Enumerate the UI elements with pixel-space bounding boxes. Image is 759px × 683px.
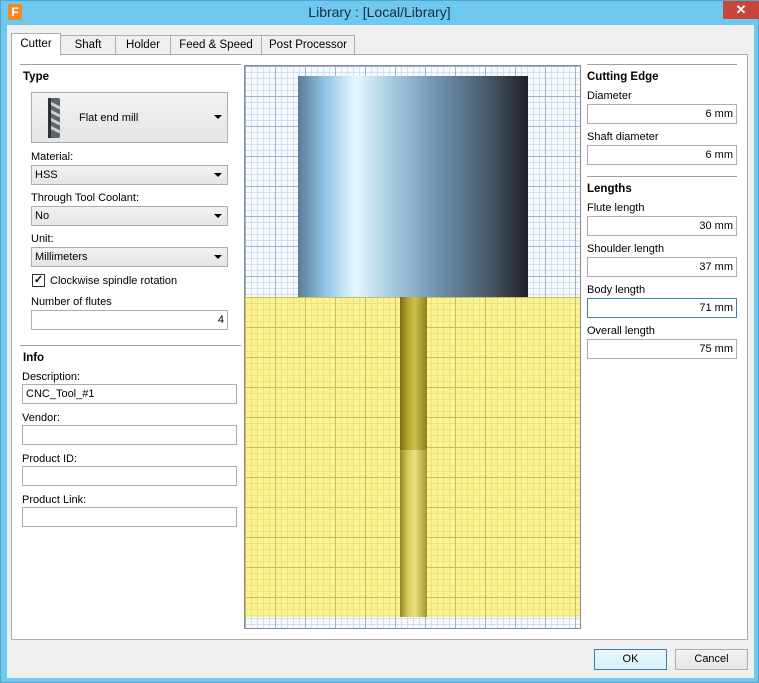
info-separator xyxy=(20,345,241,347)
type-heading: Type xyxy=(23,71,49,83)
unit-value: Millimeters xyxy=(35,251,88,263)
tab-holder[interactable]: Holder xyxy=(115,35,171,54)
chevron-down-icon xyxy=(214,115,222,119)
tool-preview xyxy=(244,65,581,629)
clockwise-label: Clockwise spindle rotation xyxy=(50,275,178,287)
body-length-label: Body length xyxy=(587,284,646,296)
library-dialog: F Library : [Local/Library] ✕ Cutter Sha… xyxy=(0,0,759,683)
material-label: Material: xyxy=(31,151,74,163)
tab-feed-speed[interactable]: Feed & Speed xyxy=(170,35,262,54)
flute-length-field[interactable]: 30 mm xyxy=(587,216,737,236)
shaft-diameter-field[interactable]: 6 mm xyxy=(587,145,737,165)
chevron-down-icon xyxy=(214,255,222,259)
cancel-button[interactable]: Cancel xyxy=(675,649,748,670)
tab-shaft[interactable]: Shaft xyxy=(60,35,116,54)
overall-length-label: Overall length xyxy=(587,325,655,337)
tab-cutter[interactable]: Cutter xyxy=(11,33,61,55)
flutes-field[interactable]: 4 xyxy=(31,310,228,330)
shank-shape xyxy=(400,297,427,450)
vendor-field[interactable] xyxy=(22,425,237,445)
flute-shape xyxy=(400,450,427,617)
product-id-field[interactable] xyxy=(22,466,237,486)
coolant-label: Through Tool Coolant: xyxy=(31,192,140,204)
info-heading: Info xyxy=(23,352,45,364)
window-title: Library : [Local/Library] xyxy=(308,4,451,20)
cutter-tab-panel: Type Flat end mill Material: HSS Through… xyxy=(11,54,748,640)
vendor-label: Vendor: xyxy=(22,412,60,424)
overall-length-field[interactable]: 75 mm xyxy=(587,339,737,359)
diameter-label: Diameter xyxy=(587,90,632,102)
material-select[interactable]: HSS xyxy=(31,165,228,185)
cutting-edge-heading: Cutting Edge xyxy=(587,71,659,83)
tool-type-select[interactable]: Flat end mill xyxy=(31,92,228,143)
diameter-field[interactable]: 6 mm xyxy=(587,104,737,124)
lengths-separator xyxy=(587,176,737,178)
shaft-diameter-label: Shaft diameter xyxy=(587,131,659,143)
product-link-field[interactable] xyxy=(22,507,237,527)
description-label: Description: xyxy=(22,371,81,383)
tool-type-label: Flat end mill xyxy=(79,112,139,124)
coolant-select[interactable]: No xyxy=(31,206,228,226)
description-field[interactable]: CNC_Tool_#1 xyxy=(22,384,237,404)
product-id-label: Product ID: xyxy=(22,453,78,465)
tab-post-processor[interactable]: Post Processor xyxy=(261,35,355,54)
product-link-label: Product Link: xyxy=(22,494,87,506)
flutes-label: Number of flutes xyxy=(31,296,112,308)
shoulder-length-label: Shoulder length xyxy=(587,243,665,255)
title-bar[interactable]: F Library : [Local/Library] ✕ xyxy=(1,1,759,25)
flute-length-label: Flute length xyxy=(587,202,645,214)
dialog-body: Cutter Shaft Holder Feed & Speed Post Pr… xyxy=(7,25,754,678)
tool-holder-shape xyxy=(298,76,528,297)
body-length-field[interactable]: 71 mm xyxy=(587,298,737,318)
material-value: HSS xyxy=(35,169,58,181)
lengths-heading: Lengths xyxy=(587,183,632,195)
shoulder-length-field[interactable]: 37 mm xyxy=(587,257,737,277)
cutting-edge-separator xyxy=(587,64,737,66)
flat-end-mill-icon xyxy=(47,98,61,138)
ok-button[interactable]: OK xyxy=(594,649,667,670)
clockwise-checkbox[interactable]: ✓ xyxy=(32,274,45,287)
unit-label: Unit: xyxy=(31,233,54,245)
type-separator xyxy=(20,64,241,66)
chevron-down-icon xyxy=(214,173,222,177)
close-button[interactable]: ✕ xyxy=(723,1,759,19)
unit-select[interactable]: Millimeters xyxy=(31,247,228,267)
chevron-down-icon xyxy=(214,214,222,218)
coolant-value: No xyxy=(35,210,50,222)
